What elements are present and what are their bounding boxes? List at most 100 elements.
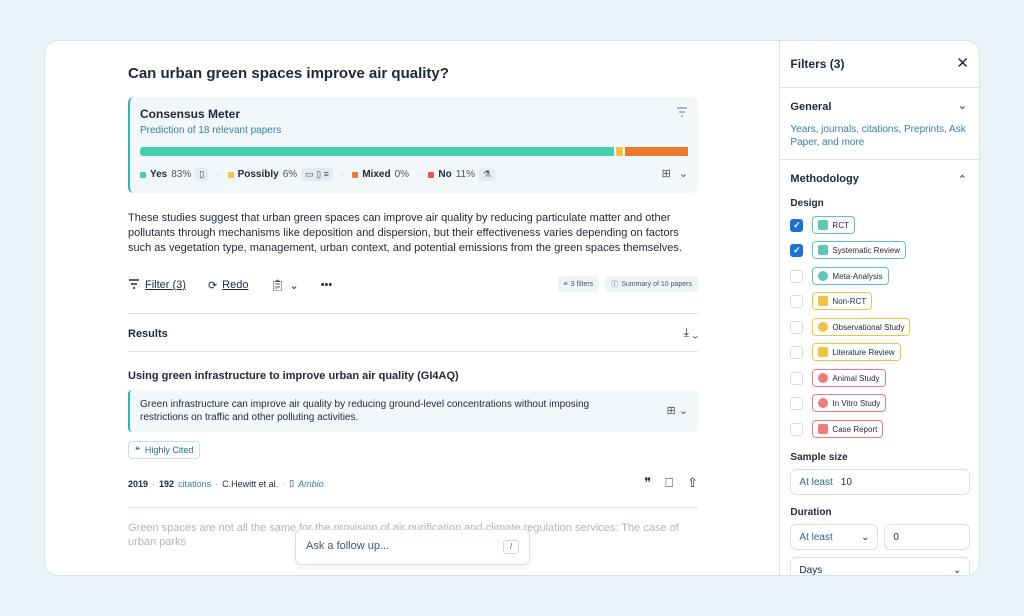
redo-button[interactable]: ⟳ Redo <box>208 279 249 292</box>
design-tag: Case Report <box>812 420 884 438</box>
duration-unit-select[interactable]: Days ⌄ <box>790 557 971 575</box>
bar-segment-yes <box>140 147 615 156</box>
sample-size-field[interactable]: At least 10 <box>790 469 971 495</box>
paper-summary-text: Green infrastructure can improve air qua… <box>140 399 590 423</box>
legend-pct: 11% <box>455 169 475 180</box>
section-general-title[interactable]: General <box>790 101 831 113</box>
checkbox[interactable] <box>790 269 804 283</box>
design-option-animal-study[interactable]: Animal Study <box>790 369 886 387</box>
citations-link[interactable]: citations <box>178 479 211 489</box>
filter-button[interactable]: Filter (3) <box>128 278 186 292</box>
duration-operator-select[interactable]: At least ⌄ <box>790 524 879 550</box>
results-tools[interactable]: ⤓ ⌄ <box>684 325 698 340</box>
checkbox[interactable] <box>790 422 804 436</box>
checkbox[interactable] <box>790 320 804 334</box>
filter-lines-icon: ≡ <box>563 280 568 288</box>
legend-pct: 83% <box>171 169 192 180</box>
folder-icon <box>818 424 829 434</box>
design-option-in-vitro-study[interactable]: In Vitro Study <box>790 394 887 412</box>
chevron-down-icon[interactable]: ⌄ <box>679 167 688 180</box>
app-window: Can urban green spaces improve air quali… <box>44 40 980 576</box>
checkbox[interactable] <box>790 294 804 308</box>
design-option-systematic-review[interactable]: ✓ Systematic Review <box>790 241 906 259</box>
checkbox[interactable] <box>790 345 804 359</box>
clipboard-button[interactable]: 📋︎ ⌄ <box>270 279 298 292</box>
legend-swatch <box>428 171 435 178</box>
bookmark-icon[interactable]: ⎕ <box>665 475 673 491</box>
design-tag: Meta-Analysis <box>812 267 889 285</box>
followup-box: / <box>295 529 530 565</box>
separator: · <box>152 478 156 489</box>
design-tag-label: In Vitro Study <box>832 398 881 408</box>
design-tag-label: Non-RCT <box>832 296 867 306</box>
table-icon[interactable]: ⊞ <box>667 405 676 417</box>
duration-value-field[interactable]: 0 <box>884 524 971 550</box>
design-option-rct[interactable]: ✓ RCT <box>790 216 855 234</box>
book-icon: ▯ <box>289 478 295 488</box>
legend-pct: 6% <box>282 169 298 180</box>
consensus-meter: Consensus Meter Prediction of 18 relevan… <box>128 97 698 193</box>
filters-sidebar: Filters (3) ✕ General ⌄ Years, journals,… <box>779 41 979 575</box>
clipboard-icon: 📋︎ <box>270 279 285 292</box>
legend-label: No <box>438 169 452 180</box>
highly-cited-badge: ❝ Highly Cited <box>128 441 201 459</box>
paper-journal[interactable]: Ambio <box>298 479 324 489</box>
separator: · <box>340 169 345 180</box>
design-tag: Observational Study <box>812 318 911 336</box>
design-tag-label: Case Report <box>832 424 878 434</box>
design-tag-label: Animal Study <box>832 373 880 383</box>
meter-tools: ⊞ ⌄ <box>662 167 688 180</box>
close-icon[interactable]: ✕ <box>956 54 969 72</box>
design-tag: RCT <box>812 216 855 234</box>
paper-summary-tools: ⊞ ⌄ <box>667 404 689 417</box>
table-icon[interactable]: ⊞ <box>662 167 671 180</box>
filters-pill[interactable]: ≡ 3 filters <box>557 276 600 292</box>
design-option-case-report[interactable]: Case Report <box>790 420 884 438</box>
filter-label: Filter (3) <box>145 279 186 291</box>
summary-pill[interactable]: ⓘ Summary of 10 papers <box>605 276 698 292</box>
design-option-observational-study[interactable]: Observational Study <box>790 318 911 336</box>
summary-pill-label: Summary of 10 papers <box>621 280 692 288</box>
document-icon <box>818 245 829 255</box>
study-type-icons[interactable]: ▭ ▯ ≡ <box>301 168 333 181</box>
design-tag-label: Observational Study <box>832 322 905 332</box>
checkbox[interactable] <box>790 371 804 385</box>
pie-icon <box>818 271 829 281</box>
divider <box>128 351 698 352</box>
duration-label: Duration <box>790 507 832 518</box>
more-button[interactable]: ••• <box>321 279 333 291</box>
separator: · <box>216 169 220 180</box>
legend-label: Mixed <box>362 169 391 180</box>
design-tag: In Vitro Study <box>812 394 887 412</box>
flask-icon[interactable]: ⚗ <box>478 168 496 181</box>
legend-possibly: Possibly 6% ▭ ▯ ≡ <box>227 168 333 181</box>
quote-icon: ❝ <box>135 444 140 455</box>
download-icon[interactable]: ⤓ <box>684 325 689 339</box>
sample-size-prefix: At least <box>799 476 833 488</box>
consensus-bar <box>140 147 688 156</box>
cite-icon[interactable]: ❞ <box>644 475 651 491</box>
chevron-down-icon[interactable]: ⌄ <box>692 325 698 339</box>
design-option-meta-analysis[interactable]: Meta-Analysis <box>790 267 889 285</box>
checkbox[interactable] <box>790 396 804 410</box>
main-panel: Can urban green spaces improve air quali… <box>45 41 779 575</box>
section-methodology-title[interactable]: Methodology <box>790 173 858 185</box>
general-description[interactable]: Years, journals, citations, Preprints, A… <box>790 123 975 149</box>
arrows-icon <box>818 296 829 306</box>
share-icon[interactable]: ⇧ <box>687 475 698 491</box>
chevron-down-icon[interactable]: ⌄ <box>679 405 688 417</box>
followup-input[interactable] <box>306 540 486 552</box>
book-icon[interactable]: ▯ <box>195 168 209 181</box>
separator: · <box>417 169 421 180</box>
chevron-down-icon[interactable]: ⌄ <box>958 99 967 112</box>
more-icon: ••• <box>320 279 333 291</box>
separator: · <box>215 478 219 489</box>
design-option-non-rct[interactable]: Non-RCT <box>790 292 873 310</box>
design-tag: Animal Study <box>812 369 886 387</box>
checkbox[interactable]: ✓ <box>790 243 804 257</box>
filter-lines-icon[interactable] <box>676 107 688 120</box>
checkbox[interactable]: ✓ <box>790 218 804 232</box>
design-option-literature-review[interactable]: Literature Review <box>790 343 901 361</box>
paper-title[interactable]: Using green infrastructure to improve ur… <box>128 370 459 382</box>
chevron-up-icon[interactable]: ⌃ <box>958 173 967 186</box>
